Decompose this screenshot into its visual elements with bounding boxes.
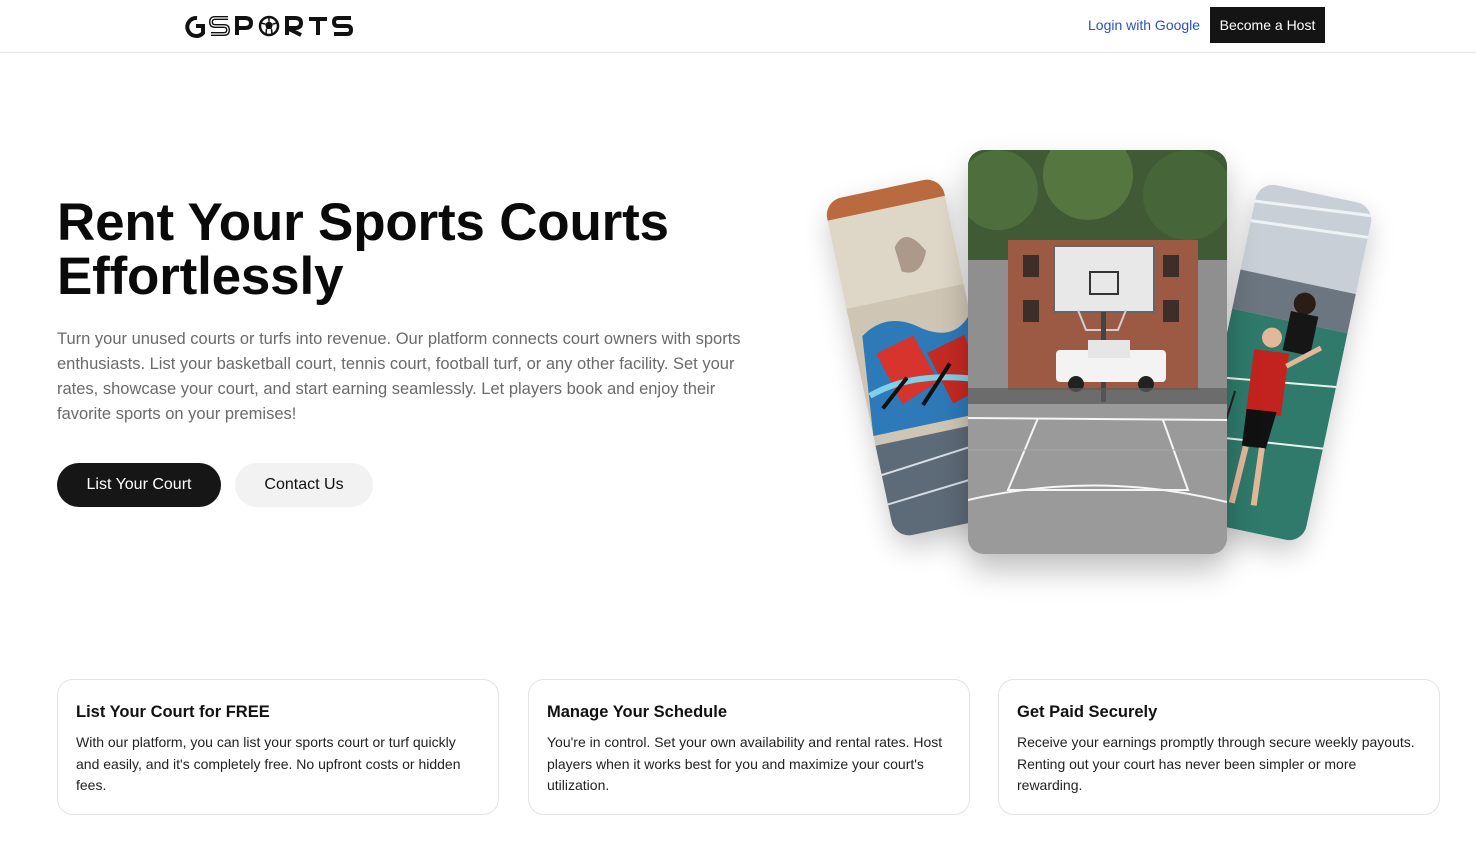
hero-description: Turn your unused courts or turfs into re… <box>57 330 741 423</box>
feature-text: With our platform, you can list your spo… <box>76 734 461 793</box>
feature-text: Receive your earnings promptly through s… <box>1017 734 1415 793</box>
become-a-host-button[interactable]: Become a Host <box>1210 7 1325 43</box>
login-with-google-link[interactable]: Login with Google <box>1088 17 1200 33</box>
feature-title: Get Paid Securely <box>1017 703 1158 721</box>
feature-card-schedule: Manage Your Schedule You're in control. … <box>528 679 970 815</box>
hero-title: Rent Your Sports Courts Effortlessly <box>57 193 669 306</box>
contact-us-button[interactable]: Contact Us <box>235 463 373 507</box>
feature-text: You're in control. Set your own availabi… <box>547 734 943 793</box>
basketball-court-image <box>968 150 1227 554</box>
feature-card-free-listing: List Your Court for FREE With our platfo… <box>57 679 499 815</box>
list-your-court-button[interactable]: List Your Court <box>57 463 221 507</box>
gsports-logo[interactable] <box>183 11 369 41</box>
top-nav: Login with Google Become a Host <box>0 0 1476 53</box>
feature-title: Manage Your Schedule <box>547 703 728 721</box>
logo-wordmark <box>185 15 354 38</box>
feature-title: List Your Court for FREE <box>76 703 270 721</box>
feature-card-payments: Get Paid Securely Receive your earnings … <box>998 679 1440 815</box>
